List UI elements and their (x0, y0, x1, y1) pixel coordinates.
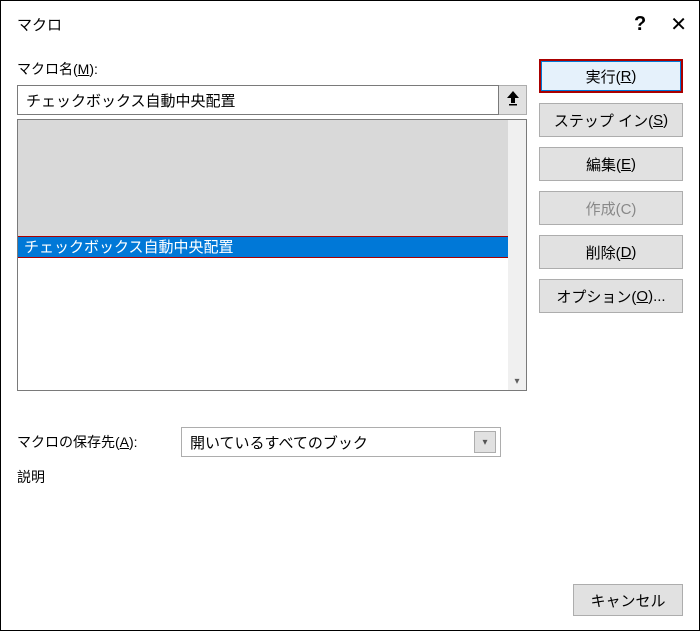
storage-dropdown[interactable]: 開いているすべてのブック ▾ (181, 427, 501, 457)
scrollbar[interactable]: ▾ (508, 120, 526, 390)
go-to-macro-button[interactable] (499, 85, 527, 115)
dialog-content: マクロ名(M): チェックボックス自動中央配置 ▾ (1, 47, 699, 499)
chevron-down-icon: ▾ (474, 431, 496, 453)
list-item-selected[interactable]: チェックボックス自動中央配置 (17, 236, 527, 258)
cancel-button[interactable]: キャンセル (573, 584, 683, 616)
help-icon[interactable]: ? (634, 13, 646, 36)
storage-label: マクロの保存先(A): (17, 432, 171, 452)
run-button[interactable]: 実行(R) (539, 59, 683, 93)
options-button[interactable]: オプション(O)... (539, 279, 683, 313)
title-actions: ? ✕ (634, 12, 687, 37)
title-bar: マクロ ? ✕ (1, 1, 699, 47)
edit-button[interactable]: 編集(E) (539, 147, 683, 181)
arrow-up-icon (506, 90, 520, 111)
description-label: 説明 (17, 467, 683, 487)
delete-button[interactable]: 削除(D) (539, 235, 683, 269)
chevron-down-icon[interactable]: ▾ (508, 372, 526, 390)
list-empty-area (18, 120, 526, 236)
close-icon[interactable]: ✕ (670, 12, 687, 37)
macro-list-container: チェックボックス自動中央配置 ▾ (17, 119, 527, 391)
create-button: 作成(C) (539, 191, 683, 225)
macro-name-label: マクロ名(M): (17, 59, 527, 79)
dialog-title: マクロ (17, 14, 62, 35)
macro-name-input[interactable] (17, 85, 499, 115)
macro-list[interactable]: チェックボックス自動中央配置 (17, 119, 527, 391)
storage-selected: 開いているすべてのブック (190, 432, 368, 453)
step-in-button[interactable]: ステップ イン(S) (539, 103, 683, 137)
